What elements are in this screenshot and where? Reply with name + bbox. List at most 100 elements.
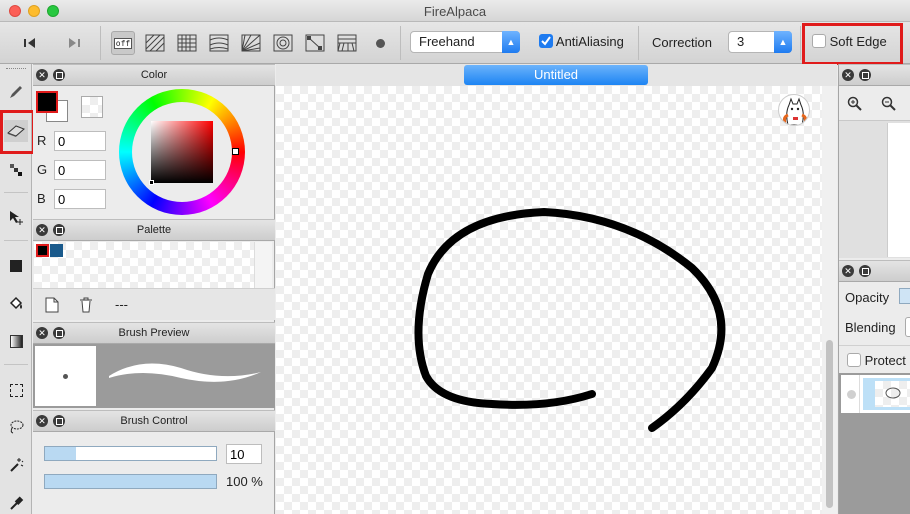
detach-icon[interactable] [859, 265, 871, 277]
paint-bucket-icon [9, 296, 23, 310]
snap-off-button[interactable]: off [111, 31, 135, 55]
brush-preview-area [33, 344, 275, 408]
blending-select[interactable] [905, 317, 910, 337]
new-document-icon[interactable] [45, 297, 59, 313]
brush-size-input[interactable] [226, 444, 262, 464]
layer-visibility-icon[interactable] [847, 390, 856, 399]
alpaca-logo [778, 94, 810, 126]
protect-checkbox[interactable] [847, 353, 861, 367]
dot-icon [375, 38, 385, 48]
grid-icon [177, 34, 197, 52]
toolbar: off Freehand ▲ AntiAliasing Correction 3… [0, 22, 910, 64]
layer-list [839, 373, 910, 514]
dot-tool-button[interactable] [4, 159, 28, 181]
antialiasing-checkbox[interactable] [539, 34, 553, 48]
palette-swatch[interactable] [36, 244, 49, 257]
stroke-mode-select[interactable]: Freehand ▲ [410, 31, 520, 53]
close-icon[interactable]: ✕ [36, 69, 48, 81]
checkmark-icon [541, 36, 551, 46]
snap-parallel-button[interactable] [143, 31, 167, 55]
curved-lines-icon [209, 34, 229, 52]
gradient-icon [9, 334, 23, 348]
stroke-mode-value: Freehand [419, 34, 475, 49]
right-panels: ✕ ✕ Opacity Blending Protect [838, 64, 910, 514]
close-icon[interactable]: ✕ [842, 265, 854, 277]
chevron-updown-icon: ▲ [502, 31, 520, 53]
scrollbar-thumb[interactable] [826, 340, 833, 508]
close-icon[interactable]: ✕ [36, 224, 48, 236]
r-input[interactable] [54, 131, 106, 151]
brush-tip-preview [35, 346, 96, 406]
close-icon[interactable]: ✕ [36, 415, 48, 427]
left-panels: ✕ Color R G B ✕ Palette --- ✕ Brush Prev… [33, 64, 275, 514]
correction-select[interactable]: 3 ▲ [728, 31, 792, 53]
palette-scrollbar[interactable] [254, 242, 272, 288]
eyedropper-tool-button[interactable] [4, 492, 28, 514]
undo-button[interactable] [18, 31, 42, 55]
gradient-tool-button[interactable] [4, 330, 28, 352]
layer-row[interactable] [841, 375, 910, 413]
brush-opacity-slider[interactable] [44, 474, 217, 489]
transparent-color-swatch[interactable] [81, 96, 103, 118]
magic-wand-icon [10, 458, 24, 472]
detach-icon[interactable] [53, 415, 65, 427]
layer-panel-header: ✕ [839, 260, 910, 282]
detach-icon[interactable] [53, 69, 65, 81]
brush-size-slider[interactable] [44, 446, 217, 461]
close-icon[interactable]: ✕ [842, 69, 854, 81]
layer-opacity-slider[interactable] [899, 288, 910, 304]
snap-off-label: off [113, 37, 133, 49]
saturation-value-square[interactable] [149, 121, 213, 185]
detach-icon[interactable] [53, 327, 65, 339]
palette-swatch[interactable] [50, 244, 63, 257]
snap-concentric-button[interactable] [271, 31, 295, 55]
radial-lines-icon [241, 34, 261, 52]
drawing-canvas[interactable] [276, 86, 822, 514]
brush-preview-title: Brush Preview [118, 327, 190, 339]
antialiasing-option[interactable]: AntiAliasing [539, 34, 624, 49]
select-tool-button[interactable] [4, 379, 28, 401]
fill-rect-tool-button[interactable] [4, 255, 28, 277]
magic-wand-tool-button[interactable] [4, 454, 28, 476]
trash-icon[interactable] [79, 297, 93, 313]
navigator-preview[interactable] [839, 120, 910, 258]
snap-curve-button[interactable] [207, 31, 231, 55]
zoom-out-icon[interactable] [881, 96, 897, 112]
lasso-tool-button[interactable] [4, 416, 28, 438]
detach-icon[interactable] [859, 69, 871, 81]
document-tab[interactable]: Untitled [464, 65, 648, 85]
brush-control-title: Brush Control [120, 415, 188, 427]
layer-selected-highlight [863, 378, 910, 410]
primary-color-swatch[interactable] [36, 91, 58, 113]
sv-cursor[interactable] [149, 180, 154, 185]
palette-name[interactable]: --- [115, 297, 128, 312]
opacity-label: Opacity [845, 290, 890, 305]
brush-size-fill [45, 447, 76, 460]
bucket-tool-button[interactable] [4, 292, 28, 314]
g-input[interactable] [54, 160, 106, 180]
pen-icon [10, 86, 22, 98]
move-tool-button[interactable] [4, 206, 28, 228]
snap-perspective-button[interactable] [335, 31, 359, 55]
snap-dot-button[interactable] [368, 31, 392, 55]
close-icon[interactable]: ✕ [36, 327, 48, 339]
b-label: B [37, 191, 46, 206]
snap-grid-button[interactable] [175, 31, 199, 55]
hue-cursor[interactable] [232, 148, 239, 155]
zoom-in-icon[interactable] [847, 96, 863, 112]
square-icon [10, 260, 22, 272]
detach-icon[interactable] [53, 224, 65, 236]
perspective-grid-icon [337, 34, 357, 52]
eraser-tool-highlight [0, 110, 35, 154]
brush-tool-button[interactable] [4, 81, 28, 103]
brush-opacity-value: 100 % [226, 474, 263, 489]
snap-radial-button[interactable] [239, 31, 263, 55]
palette-panel-title: Palette [136, 224, 172, 236]
protect-option[interactable]: Protect [847, 353, 906, 368]
canvas-vertical-scrollbar[interactable] [822, 86, 837, 514]
snap-curve-edit-button[interactable] [303, 31, 327, 55]
correction-value: 3 [737, 34, 745, 49]
redo-button[interactable] [62, 31, 86, 55]
correction-label: Correction [652, 35, 712, 50]
b-input[interactable] [54, 189, 106, 209]
